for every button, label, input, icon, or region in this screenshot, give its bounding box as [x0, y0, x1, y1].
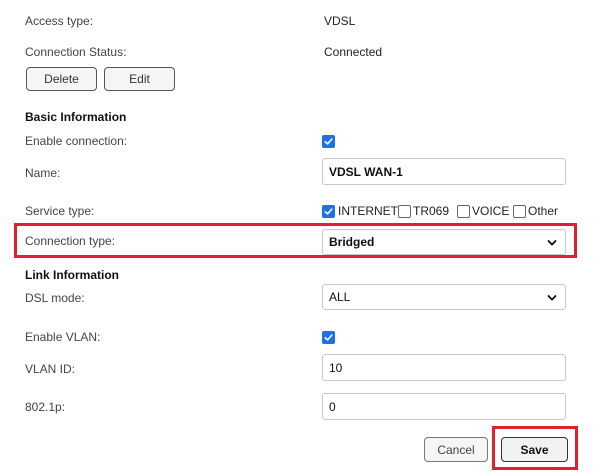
vlan-id-label: VLAN ID: [25, 362, 76, 376]
service-voice-checkbox[interactable] [457, 205, 470, 218]
service-other-checkbox[interactable] [513, 205, 526, 218]
connection-type-select[interactable]: Bridged [322, 229, 566, 255]
access-type-label: Access type: [25, 14, 94, 28]
connection-type-label: Connection type: [25, 234, 116, 248]
save-button[interactable]: Save [501, 437, 568, 462]
cancel-button[interactable]: Cancel [424, 437, 488, 462]
name-label: Name: [25, 166, 61, 180]
enable-vlan-checkbox[interactable] [322, 331, 335, 344]
service-tr069-label: TR069 [413, 204, 450, 218]
check-icon [324, 208, 333, 215]
delete-button[interactable]: Delete [26, 67, 97, 91]
basic-information-heading: Basic Information [25, 110, 127, 124]
name-input[interactable] [322, 158, 566, 185]
enable-connection-checkbox[interactable] [322, 135, 335, 148]
access-type-value: VDSL [324, 14, 356, 28]
service-internet-checkbox[interactable] [322, 205, 335, 218]
check-icon [324, 138, 333, 145]
check-icon [324, 334, 333, 341]
service-other-label: Other [528, 204, 559, 218]
connection-status-label: Connection Status: [25, 45, 127, 59]
service-tr069-checkbox[interactable] [398, 205, 411, 218]
enable-vlan-label: Enable VLAN: [25, 330, 101, 344]
dsl-mode-label: DSL mode: [25, 291, 85, 305]
chevron-down-icon [547, 240, 557, 246]
service-type-label: Service type: [25, 204, 95, 218]
link-information-heading: Link Information [25, 268, 119, 282]
p8021-input[interactable] [322, 393, 566, 420]
enable-connection-label: Enable connection: [25, 134, 128, 148]
connection-status-value: Connected [324, 45, 383, 59]
p8021-label: 802.1p: [25, 400, 66, 414]
edit-button[interactable]: Edit [104, 67, 175, 91]
dsl-mode-value: ALL [329, 290, 351, 304]
dsl-mode-select[interactable]: ALL [322, 284, 566, 310]
connection-type-value: Bridged [329, 235, 375, 249]
vlan-id-input[interactable] [322, 354, 566, 381]
chevron-down-icon [547, 295, 557, 301]
service-voice-label: VOICE [472, 204, 510, 218]
service-internet-label: INTERNET [338, 204, 398, 218]
